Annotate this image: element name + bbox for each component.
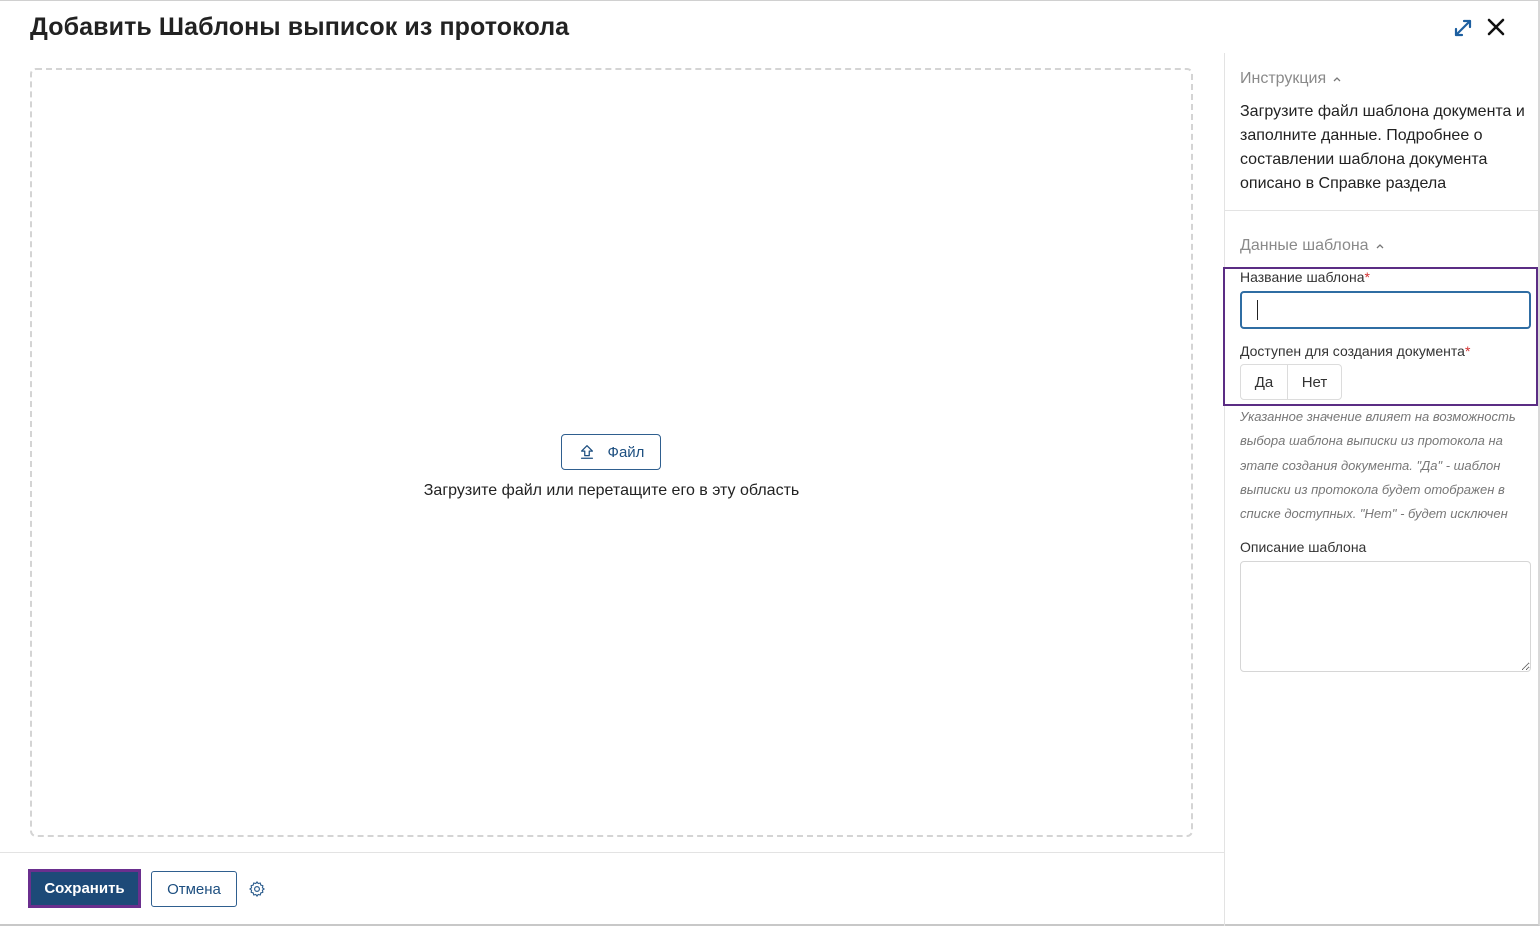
required-mark: * (1364, 269, 1370, 285)
template-data-section-toggle[interactable]: Данные шаблона (1240, 237, 1385, 255)
available-hint: Указанное значение влияет на возможность… (1240, 409, 1516, 522)
footer-divider (0, 852, 1224, 853)
description-label: Описание шаблона (1240, 539, 1367, 555)
dropzone-hint: Загрузите файл или перетащите его в эту … (423, 482, 800, 499)
chevron-up-icon (1333, 77, 1341, 82)
available-label-text: Доступен для создания документа (1240, 343, 1465, 359)
required-mark: * (1464, 343, 1471, 359)
upload-file-button[interactable]: Файл (561, 434, 661, 470)
expand-icon[interactable] (1451, 16, 1475, 40)
template-name-label: Название шаблона* (1240, 269, 1370, 285)
available-yes-option[interactable]: Да (1241, 365, 1288, 399)
cancel-button[interactable]: Отмена (151, 871, 237, 907)
modal-dialog: Добавить Шаблоны выписок из протокола Фа… (0, 0, 1540, 926)
close-icon[interactable] (1484, 15, 1508, 39)
description-textarea[interactable] (1240, 561, 1531, 672)
sidebar-divider (1224, 53, 1225, 926)
text-caret (1257, 300, 1258, 320)
instruction-text: Загрузите файл шаблона документа и запол… (1240, 103, 1525, 192)
section-divider (1225, 210, 1538, 211)
available-toggle: Да Нет (1240, 364, 1342, 400)
save-button[interactable]: Сохранить (28, 869, 141, 908)
dialog-title: Добавить Шаблоны выписок из протокола (30, 13, 570, 41)
gear-icon[interactable] (248, 880, 266, 898)
template-data-heading: Данные шаблона (1240, 237, 1369, 254)
available-no-option[interactable]: Нет (1288, 365, 1341, 399)
instruction-section-toggle[interactable]: Инструкция (1240, 70, 1342, 88)
template-name-input[interactable] (1240, 291, 1531, 329)
upload-icon (580, 445, 593, 459)
available-label: Доступен для создания документа* (1240, 343, 1470, 359)
template-name-label-text: Название шаблона (1240, 269, 1365, 285)
instruction-heading: Инструкция (1240, 70, 1327, 87)
upload-file-label: Файл (607, 443, 645, 461)
chevron-up-icon (1376, 244, 1384, 249)
